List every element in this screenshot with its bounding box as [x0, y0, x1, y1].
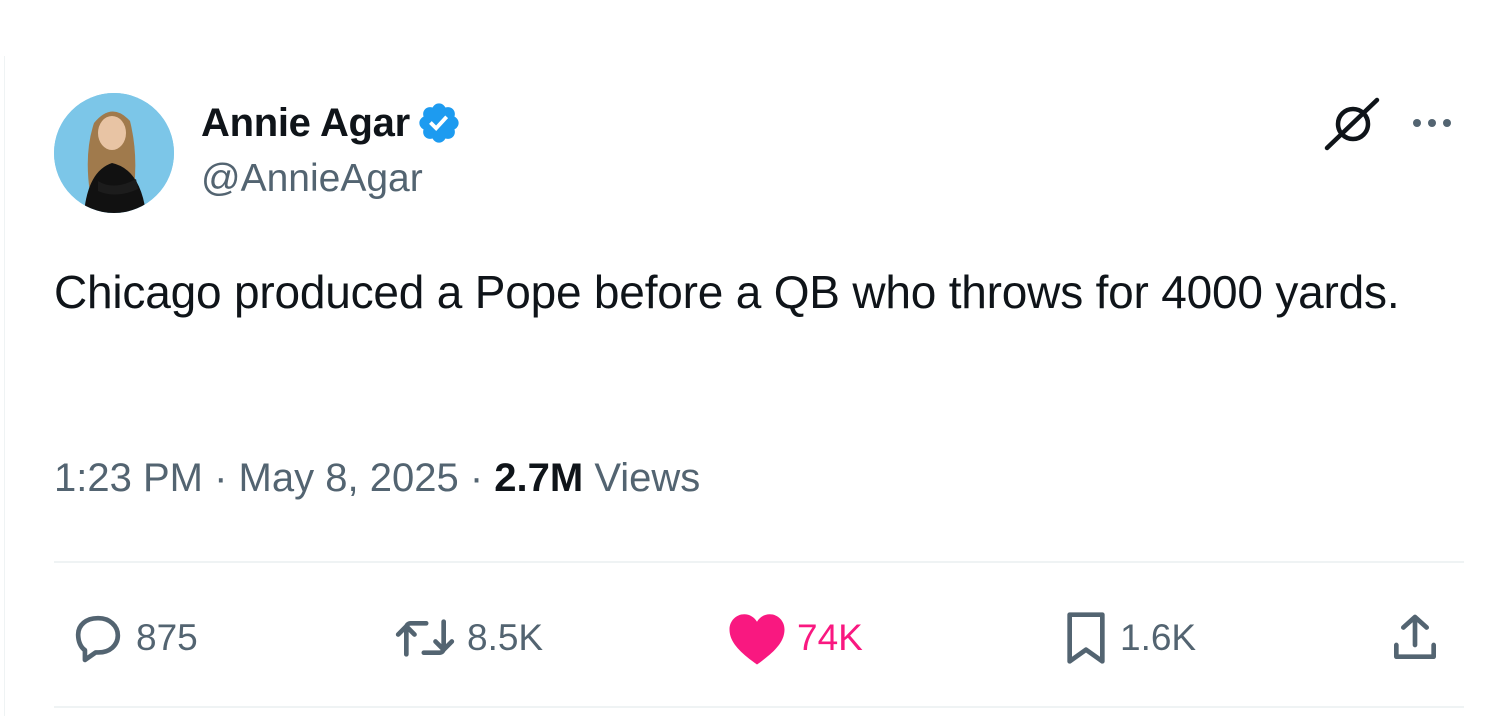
author-name[interactable]: Annie Agar [201, 101, 410, 146]
retweet-button[interactable]: 8.5K [393, 608, 543, 668]
share-button[interactable] [1387, 608, 1453, 668]
author-handle[interactable]: @AnnieAgar [201, 157, 423, 201]
meta-separator: · [214, 456, 228, 500]
heart-icon [729, 614, 785, 665]
reply-count: 875 [136, 617, 198, 658]
avatar[interactable] [54, 93, 174, 213]
more-icon[interactable] [1409, 110, 1455, 136]
like-count: 74K [797, 617, 863, 658]
grok-icon[interactable] [1323, 96, 1381, 152]
retweet-icon [395, 619, 455, 657]
bookmark-count: 1.6K [1120, 617, 1197, 658]
tweet-text: Chicago produced a Pope before a QB who … [54, 266, 1400, 318]
avatar-image [54, 93, 174, 213]
views-label: Views [594, 456, 701, 500]
bookmark-icon [1067, 612, 1105, 664]
divider [54, 706, 1464, 708]
meta-separator: · [469, 456, 484, 500]
retweet-count: 8.5K [467, 617, 544, 658]
like-button[interactable]: 74K [727, 608, 863, 668]
tweet-meta: 1:23 PM · May 8, 2025 · 2.7M Views [54, 456, 700, 501]
reply-button[interactable]: 875 [70, 608, 198, 668]
share-icon [1394, 614, 1436, 659]
tweet-time[interactable]: 1:23 PM [54, 456, 203, 500]
bookmark-button[interactable]: 1.6K [1062, 608, 1196, 668]
verified-badge-icon [416, 100, 462, 146]
divider [54, 561, 1464, 563]
reply-icon [75, 615, 121, 663]
author-row: Annie Agar [201, 99, 462, 147]
views-count[interactable]: 2.7M [494, 456, 583, 500]
card-edge [4, 56, 5, 716]
tweet-date[interactable]: May 8, 2025 [239, 456, 459, 500]
